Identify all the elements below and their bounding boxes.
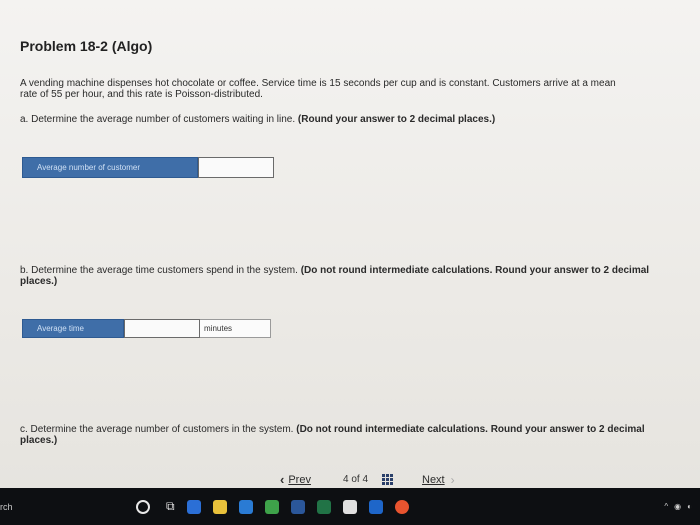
intro-line-1: A vending machine dispenses hot chocolat… bbox=[20, 78, 616, 89]
store-icon[interactable] bbox=[342, 499, 357, 514]
problem-intro: A vending machine dispenses hot chocolat… bbox=[20, 78, 690, 100]
part-a-question: a. Determine the average number of custo… bbox=[20, 114, 690, 125]
page-indicator: 4 of 4 bbox=[343, 474, 368, 485]
volume-icon[interactable]: ◐ bbox=[687, 502, 692, 511]
cortana-icon[interactable] bbox=[136, 499, 150, 514]
chevron-left-icon[interactable]: ‹ bbox=[280, 472, 284, 487]
part-c-question: c. Determine the average number of custo… bbox=[20, 424, 660, 446]
part-c-text: c. Determine the average number of custo… bbox=[20, 424, 294, 435]
word-icon[interactable] bbox=[290, 499, 305, 514]
part-b-text: b. Determine the average time customers … bbox=[20, 265, 298, 276]
app-icon[interactable] bbox=[238, 499, 253, 514]
prev-button[interactable]: Prev bbox=[288, 474, 311, 486]
problem-title: Problem 18-2 (Algo) bbox=[20, 38, 153, 54]
part-b-answer-row: Average time minutes bbox=[22, 319, 271, 338]
task-view-icon[interactable]: ⧉ bbox=[166, 499, 175, 514]
file-explorer-icon[interactable] bbox=[212, 499, 227, 514]
part-b-question: b. Determine the average time customers … bbox=[20, 265, 670, 287]
taskbar-search[interactable]: rch bbox=[0, 502, 18, 512]
chevron-up-icon[interactable]: ^ bbox=[664, 502, 668, 511]
problem-page: Problem 18-2 (Algo) A vending machine di… bbox=[0, 0, 700, 488]
page-current: 4 bbox=[342, 474, 349, 485]
grid-icon[interactable] bbox=[382, 473, 394, 486]
next-button[interactable]: Next bbox=[422, 474, 445, 486]
part-a-answer-row: Average number of customer bbox=[22, 157, 274, 178]
part-b-unit-label: minutes bbox=[200, 319, 271, 338]
windows-taskbar: rch ⧉ ^ ◉ ◐ bbox=[0, 488, 700, 525]
chevron-right-icon[interactable]: › bbox=[451, 473, 455, 487]
page-sep: of bbox=[351, 474, 360, 485]
page-total: 4 bbox=[362, 474, 368, 485]
system-tray: ^ ◉ ◐ bbox=[658, 502, 692, 511]
app-icon[interactable] bbox=[368, 499, 383, 514]
intro-line-2: rate of 55 per hour, and this rate is Po… bbox=[20, 89, 263, 100]
part-b-field-label: Average time bbox=[22, 319, 124, 338]
excel-icon[interactable] bbox=[316, 499, 331, 514]
part-a-text: a. Determine the average number of custo… bbox=[20, 114, 296, 125]
part-a-instruction: (Round your answer to 2 decimal places.) bbox=[297, 114, 496, 125]
network-icon[interactable]: ◉ bbox=[674, 502, 681, 511]
firefox-icon[interactable] bbox=[394, 499, 409, 514]
pagination: ‹ Prev 4 of 4 Next › bbox=[280, 472, 455, 487]
part-b-answer-input[interactable] bbox=[124, 319, 200, 338]
part-a-field-label: Average number of customer bbox=[22, 157, 198, 178]
app-icon[interactable] bbox=[264, 499, 279, 514]
part-a-answer-input[interactable] bbox=[198, 157, 274, 178]
edge-icon[interactable] bbox=[186, 499, 201, 514]
